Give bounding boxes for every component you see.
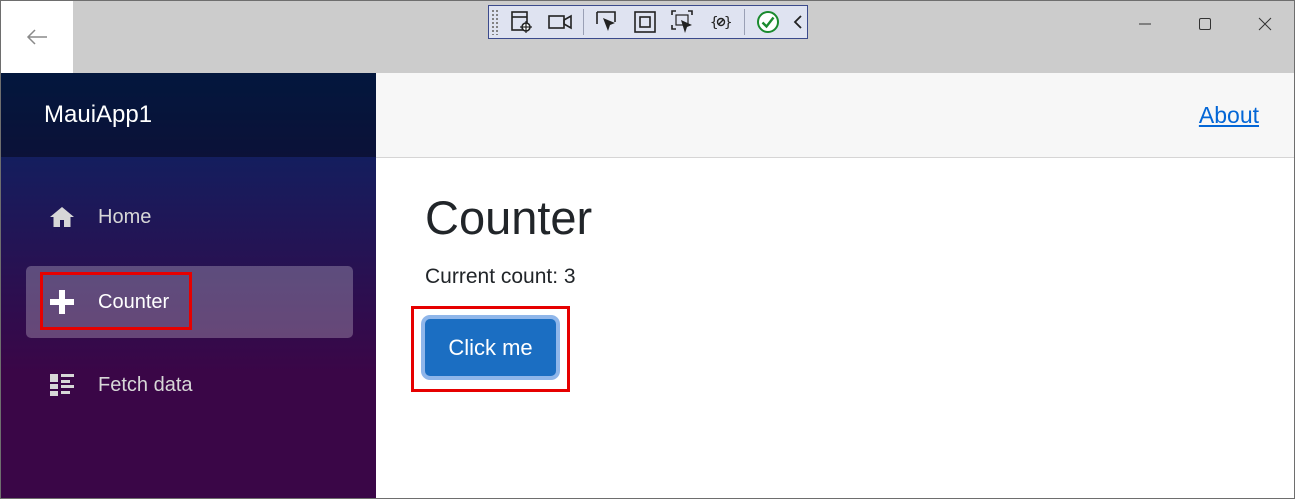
list-icon [48, 371, 76, 399]
maximize-button[interactable] [1175, 1, 1235, 47]
close-icon [1258, 17, 1272, 31]
sidebar-item-label: Home [98, 205, 152, 228]
about-link[interactable]: About [1199, 102, 1259, 129]
minimize-icon [1139, 23, 1151, 25]
track-focus-icon[interactable] [668, 7, 698, 37]
app-brand[interactable]: MauiApp1 [44, 101, 152, 129]
maximize-icon [1199, 18, 1211, 30]
back-arrow-icon [26, 29, 47, 45]
select-element-icon[interactable] [592, 7, 622, 37]
record-icon[interactable] [545, 7, 575, 37]
sidebar-item-fetch-data[interactable]: Fetch data [26, 349, 353, 421]
grip-icon[interactable] [491, 9, 499, 35]
toolbar-separator [583, 9, 584, 35]
highlight-box-button [411, 306, 570, 392]
brand-bar: MauiApp1 [1, 73, 376, 157]
top-row: About [376, 73, 1294, 158]
app-window: { } MauiApp1 Home Counter Fetch data Abo… [0, 0, 1295, 499]
xaml-debug-toolbar: { } [488, 5, 808, 39]
binding-failures-icon[interactable]: { } [706, 7, 736, 37]
current-count: Current count: 3 [425, 265, 576, 288]
collapse-chevron-icon[interactable] [791, 7, 805, 37]
highlight-box-counter [40, 272, 192, 330]
toolbar-separator [744, 9, 745, 35]
back-button[interactable] [1, 1, 73, 73]
page-title: Counter [425, 191, 593, 244]
home-icon [48, 203, 76, 231]
display-layout-adorners-icon[interactable] [630, 7, 660, 37]
title-bar: { } [1, 1, 1294, 73]
close-button[interactable] [1235, 1, 1294, 47]
sidebar-item-home[interactable]: Home [26, 181, 353, 253]
minimize-button[interactable] [1115, 1, 1175, 47]
sidebar-item-label: Fetch data [98, 373, 193, 396]
live-visual-tree-icon[interactable] [507, 7, 537, 37]
svg-text:}: } [724, 15, 732, 31]
hot-reload-check-icon[interactable] [753, 7, 783, 37]
